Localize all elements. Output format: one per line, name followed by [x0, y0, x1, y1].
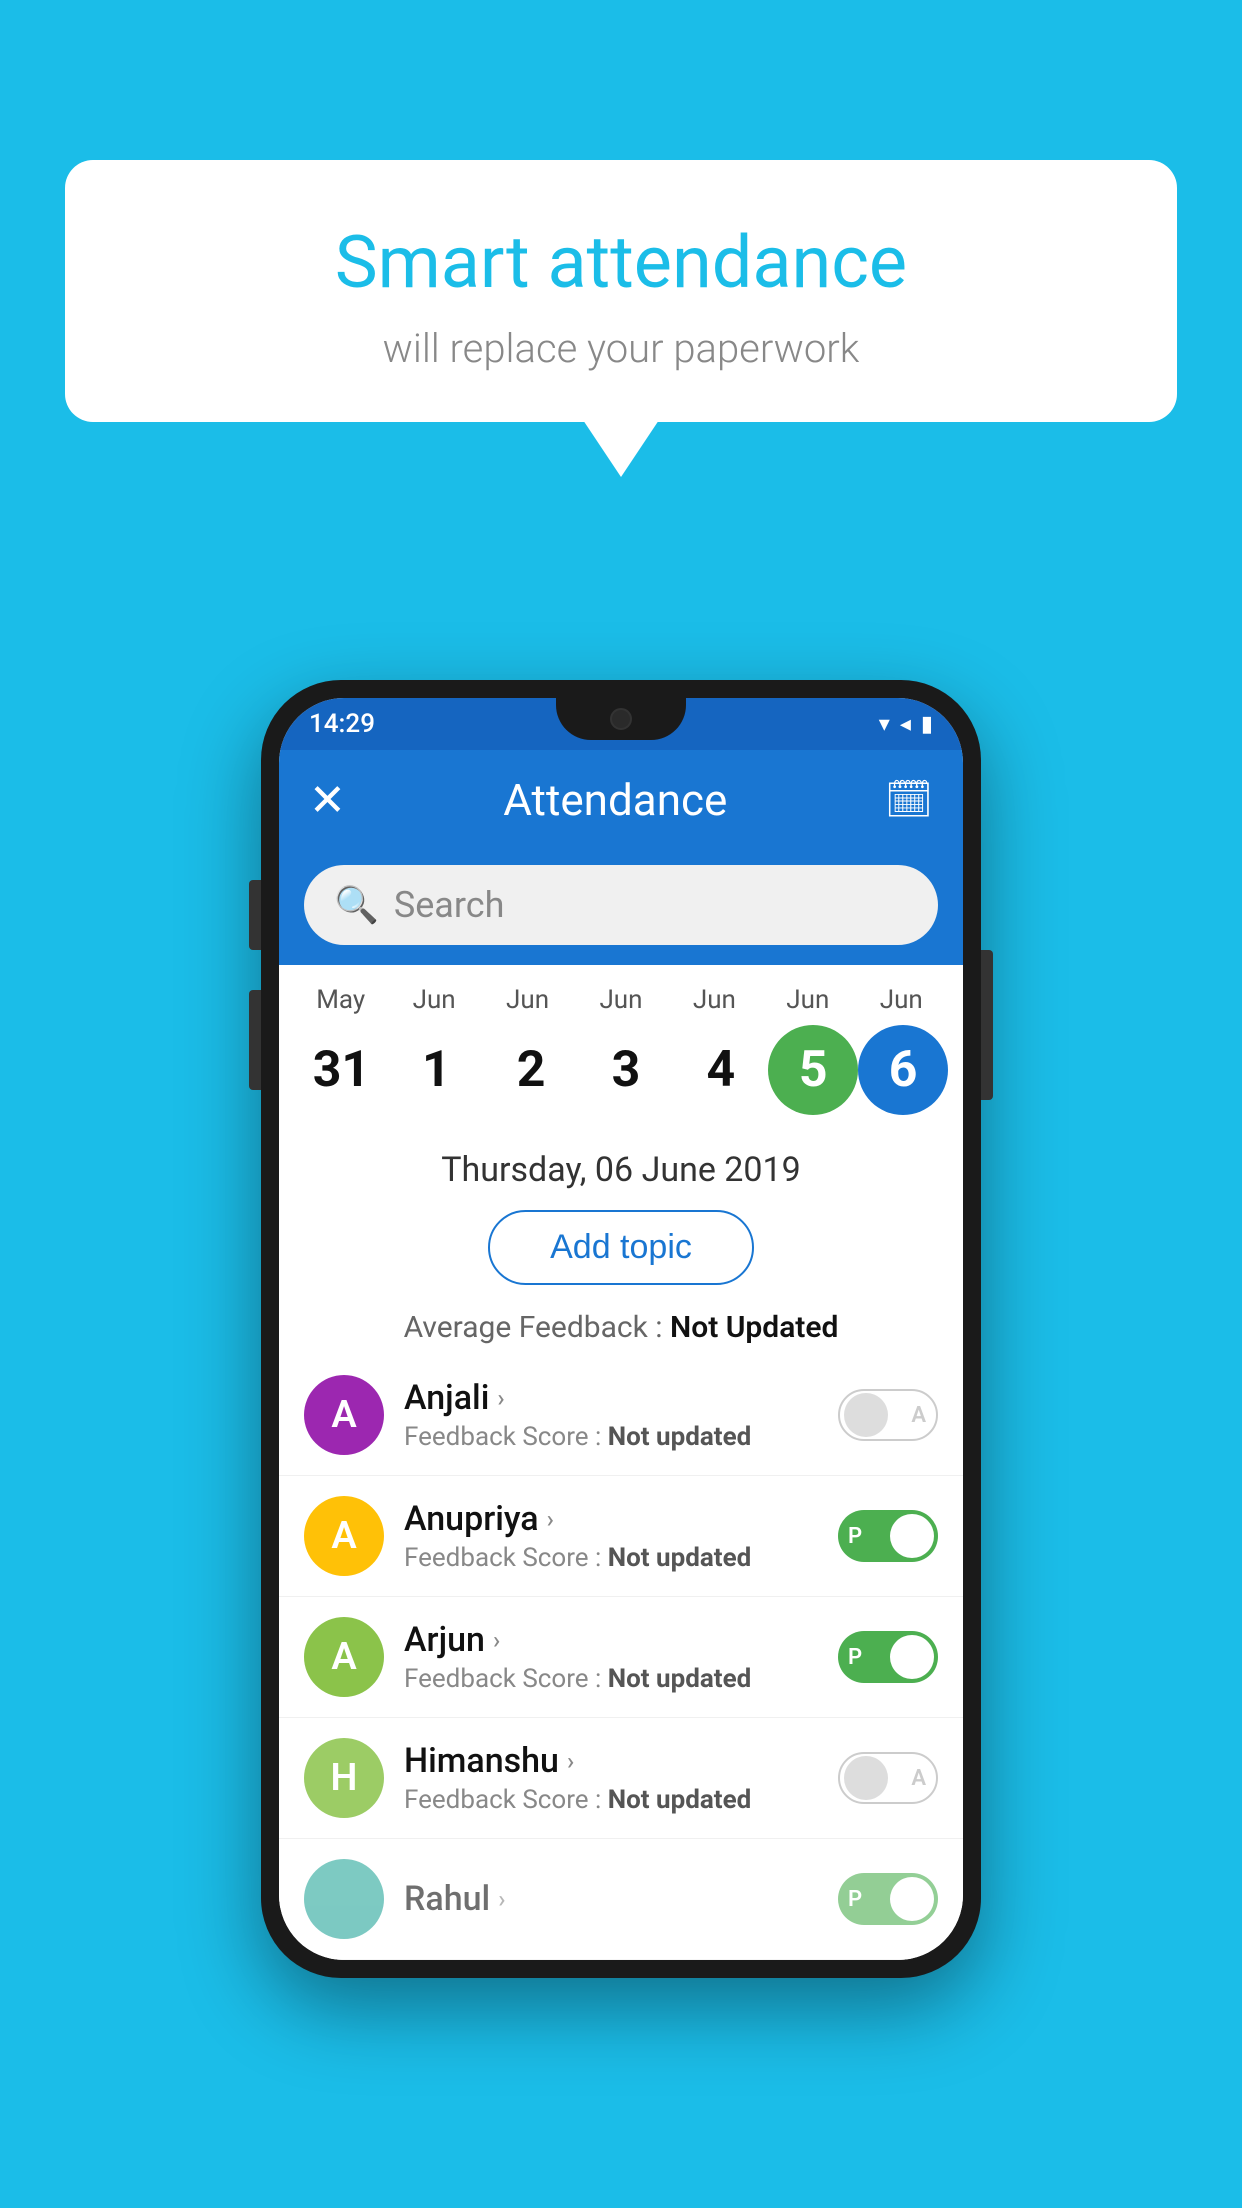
side-button-volume-up — [249, 880, 261, 950]
signal-icon: ◂ — [900, 712, 911, 737]
toggle-label: P — [848, 1645, 862, 1670]
bubble-title: Smart attendance — [115, 220, 1127, 305]
feedback-row: Average Feedback : Not Updated — [279, 1300, 963, 1355]
avatar: A — [304, 1617, 384, 1697]
search-input[interactable]: Search — [394, 884, 505, 926]
attendance-toggle-on[interactable]: P — [838, 1631, 938, 1683]
camera-notch — [556, 698, 686, 740]
date-cell-4[interactable]: 4 — [673, 1041, 768, 1099]
chevron-right-icon: › — [547, 1505, 554, 1533]
attendance-toggle-off[interactable]: A — [838, 1752, 938, 1804]
avatar: A — [304, 1496, 384, 1576]
date-cell-today-6[interactable]: 6 — [858, 1025, 948, 1115]
attendance-toggle-on[interactable]: P — [838, 1873, 938, 1925]
student-list: A Anjali › Feedback Score : Not updated — [279, 1355, 963, 1960]
student-feedback: Feedback Score : Not updated — [404, 1785, 838, 1815]
chevron-right-icon: › — [493, 1626, 500, 1654]
month-cell-1[interactable]: Jun — [387, 985, 480, 1015]
student-name: Anjali › — [404, 1378, 838, 1418]
toggle-knob — [844, 1393, 888, 1437]
phone-frame: 14:29 ▾ ◂ ▮ ✕ Attendance 🗓 🔍 Search — [261, 680, 981, 1978]
student-feedback: Feedback Score : Not updated — [404, 1543, 838, 1573]
battery-icon: ▮ — [921, 712, 933, 737]
chevron-right-icon: › — [498, 1885, 505, 1913]
toggle-knob — [890, 1877, 934, 1921]
add-topic-container: Add topic — [279, 1200, 963, 1300]
date-cell-selected-5[interactable]: 5 — [768, 1025, 858, 1115]
student-info: Anjali › Feedback Score : Not updated — [384, 1378, 838, 1452]
status-time: 14:29 — [309, 709, 375, 739]
student-feedback: Feedback Score : Not updated — [404, 1422, 838, 1452]
month-cell-5[interactable]: Jun — [761, 985, 854, 1015]
calendar-row: May Jun Jun Jun Jun Jun Jun 31 1 2 3 4 5… — [279, 965, 963, 1130]
toggle-container[interactable]: P — [838, 1631, 938, 1683]
toggle-container[interactable]: P — [838, 1873, 938, 1925]
attendance-toggle-on[interactable]: P — [838, 1510, 938, 1562]
phone-container: 14:29 ▾ ◂ ▮ ✕ Attendance 🗓 🔍 Search — [261, 680, 981, 1978]
chevron-right-icon: › — [567, 1747, 574, 1775]
toggle-label: P — [848, 1524, 862, 1549]
toggle-container[interactable]: A — [838, 1752, 938, 1804]
avatar: H — [304, 1738, 384, 1818]
app-bar: ✕ Attendance 🗓 — [279, 750, 963, 850]
selected-date: Thursday, 06 June 2019 — [279, 1130, 963, 1200]
date-cell-0[interactable]: 31 — [294, 1041, 389, 1099]
month-cell-2[interactable]: Jun — [481, 985, 574, 1015]
date-row: 31 1 2 3 4 5 6 — [294, 1020, 948, 1120]
camera-lens — [610, 708, 632, 730]
toggle-label: A — [911, 1403, 926, 1428]
search-icon: 🔍 — [334, 884, 379, 926]
toggle-container[interactable]: P — [838, 1510, 938, 1562]
student-row[interactable]: A Anjali › Feedback Score : Not updated — [279, 1355, 963, 1476]
student-name: Arjun › — [404, 1620, 838, 1660]
student-info: Anupriya › Feedback Score : Not updated — [384, 1499, 838, 1573]
wifi-icon: ▾ — [879, 712, 890, 737]
toggle-label: A — [911, 1766, 926, 1791]
toggle-container[interactable]: A — [838, 1389, 938, 1441]
chevron-right-icon: › — [497, 1384, 504, 1412]
month-cell-3[interactable]: Jun — [574, 985, 667, 1015]
student-row[interactable]: A Arjun › Feedback Score : Not updated P — [279, 1597, 963, 1718]
side-button-power — [981, 950, 993, 1100]
student-row[interactable]: A Anupriya › Feedback Score : Not update… — [279, 1476, 963, 1597]
feedback-value: Not Updated — [670, 1310, 838, 1345]
date-cell-1[interactable]: 1 — [389, 1041, 484, 1099]
search-bar-container: 🔍 Search — [279, 850, 963, 965]
student-info: Rahul › — [384, 1879, 838, 1919]
student-name: Rahul › — [404, 1879, 838, 1919]
attendance-toggle-off[interactable]: A — [838, 1389, 938, 1441]
month-cell-4[interactable]: Jun — [668, 985, 761, 1015]
student-name: Himanshu › — [404, 1741, 838, 1781]
student-info: Himanshu › Feedback Score : Not updated — [384, 1741, 838, 1815]
month-cell-6[interactable]: Jun — [855, 985, 948, 1015]
month-row: May Jun Jun Jun Jun Jun Jun — [294, 985, 948, 1015]
toggle-knob — [844, 1756, 888, 1800]
feedback-label: Average Feedback : — [404, 1310, 670, 1345]
side-button-volume-down — [249, 990, 261, 1090]
student-feedback: Feedback Score : Not updated — [404, 1664, 838, 1694]
toggle-knob — [890, 1635, 934, 1679]
student-name: Anupriya › — [404, 1499, 838, 1539]
toggle-knob — [890, 1514, 934, 1558]
month-cell-0[interactable]: May — [294, 985, 387, 1015]
avatar — [304, 1859, 384, 1939]
avatar: A — [304, 1375, 384, 1455]
app-bar-title: Attendance — [503, 774, 727, 826]
phone-screen: 14:29 ▾ ◂ ▮ ✕ Attendance 🗓 🔍 Search — [279, 698, 963, 1960]
calendar-icon[interactable]: 🗓 — [885, 778, 933, 822]
add-topic-button[interactable]: Add topic — [488, 1210, 754, 1285]
search-bar[interactable]: 🔍 Search — [304, 865, 938, 945]
student-row[interactable]: H Himanshu › Feedback Score : Not update… — [279, 1718, 963, 1839]
status-icons: ▾ ◂ ▮ — [879, 712, 933, 737]
date-cell-3[interactable]: 3 — [579, 1041, 674, 1099]
student-info: Arjun › Feedback Score : Not updated — [384, 1620, 838, 1694]
speech-bubble: Smart attendance will replace your paper… — [65, 160, 1177, 422]
date-cell-2[interactable]: 2 — [484, 1041, 579, 1099]
bubble-subtitle: will replace your paperwork — [115, 325, 1127, 372]
close-button[interactable]: ✕ — [309, 774, 346, 826]
student-row[interactable]: Rahul › P — [279, 1839, 963, 1960]
toggle-label: P — [848, 1887, 862, 1912]
